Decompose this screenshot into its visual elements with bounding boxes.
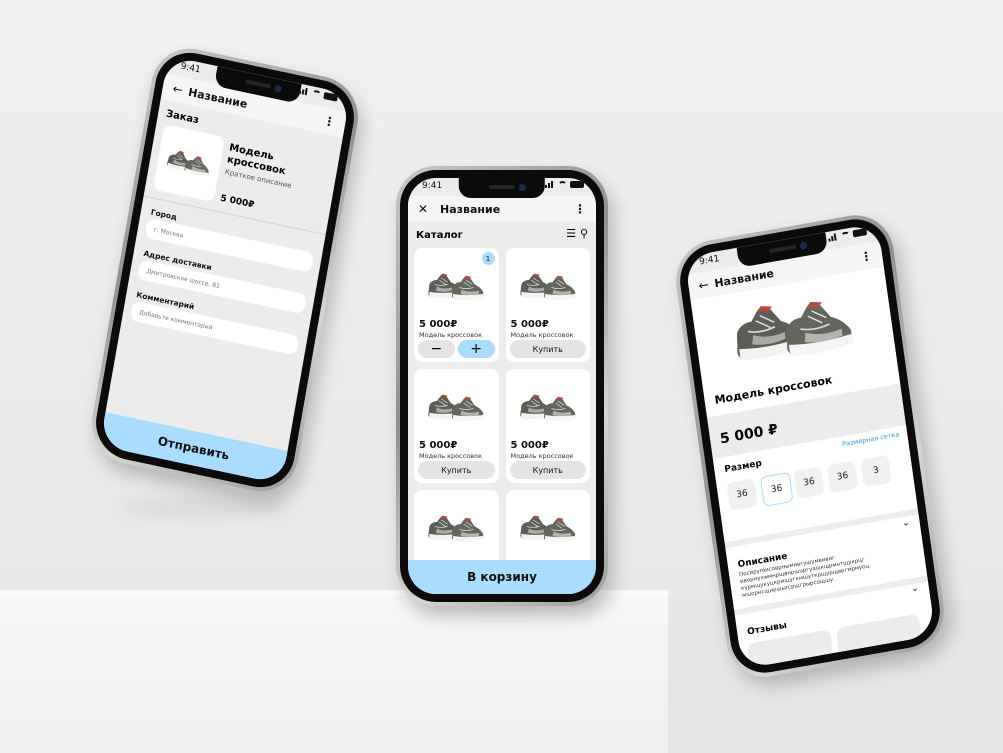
product-image: [424, 256, 489, 318]
header-title: Название: [440, 202, 501, 216]
phone-bezel: 9:41 ✕ Название ⋮ Каталог ☰ ⚲ 1 5 000₽ М…: [400, 170, 604, 602]
product-name: Модель кроссовок: [510, 331, 574, 339]
product-name: Модель кроссовок: [419, 331, 483, 339]
product-card[interactable]: 5 000₽ Модель кроссовок Купить: [414, 369, 499, 483]
product-price: 5 000₽: [219, 193, 255, 211]
product-image: [424, 498, 489, 560]
product-card[interactable]: 1 5 000₽ Модель кроссовок − +: [414, 248, 499, 362]
increase-button[interactable]: +: [457, 340, 495, 358]
wifi-icon: [558, 181, 567, 188]
catalog-screen: 9:41 ✕ Название ⋮ Каталог ☰ ⚲ 1 5 000₽ М…: [408, 178, 596, 594]
decrease-button[interactable]: −: [418, 340, 455, 358]
more-menu-icon[interactable]: ⋮: [322, 113, 336, 129]
more-menu-icon[interactable]: ⋮: [574, 202, 586, 216]
product-image: [516, 256, 581, 318]
quantity-stepper: − +: [418, 340, 495, 358]
cart-count-badge: 1: [481, 252, 495, 265]
buy-button[interactable]: Купить: [418, 461, 495, 479]
product-image: [721, 278, 866, 381]
product-name: Модель кроссовок: [510, 452, 574, 460]
filter-icon[interactable]: ☰: [566, 227, 576, 240]
wifi-icon: [311, 89, 322, 99]
product-card[interactable]: 5 000₽ Модель кроссовок Купить: [505, 369, 590, 483]
size-chart-link[interactable]: Размерная сетка: [842, 430, 900, 448]
back-arrow-icon[interactable]: ←: [698, 276, 716, 293]
product-price: 5 000₽: [510, 319, 549, 330]
product-price: 5 000₽: [510, 440, 549, 451]
phone-frame: 9:41 ✕ Название ⋮ Каталог ☰ ⚲ 1 5 000₽ М…: [396, 166, 608, 606]
product-price: 5 000₽: [419, 440, 458, 451]
chevron-down-icon[interactable]: ⌄: [902, 518, 911, 529]
status-bar: 9:41: [422, 181, 584, 195]
close-icon[interactable]: ✕: [418, 202, 440, 216]
size-option[interactable]: 36: [726, 478, 758, 511]
background-pedestal: [0, 592, 668, 753]
product-image: [152, 124, 226, 203]
size-option-selected[interactable]: 36: [759, 471, 794, 507]
search-icon[interactable]: ⚲: [580, 227, 588, 240]
app-header: ✕ Название ⋮: [408, 196, 596, 222]
reviews-label: Отзывы: [746, 620, 788, 638]
signal-icon: [828, 233, 839, 242]
comment-field[interactable]: Добавьте комментарий: [129, 300, 300, 356]
section-title: Каталог: [416, 230, 463, 241]
product-name: Модель кроссовок: [419, 452, 483, 460]
battery-icon: [852, 228, 868, 238]
section-title: Заказ: [165, 108, 200, 127]
product-price: 5 000₽: [419, 319, 458, 330]
battery-icon: [570, 181, 584, 188]
add-to-cart-button[interactable]: В корзину: [408, 560, 596, 594]
signal-icon: [298, 87, 310, 96]
status-time: 9:41: [698, 254, 721, 268]
more-menu-icon[interactable]: ⋮: [859, 249, 873, 265]
size-option[interactable]: 36: [826, 460, 859, 494]
status-time: 9:41: [422, 181, 443, 191]
buy-button[interactable]: Купить: [509, 340, 586, 358]
product-screen: 9:41 ← Название ⋮ Модель кроссовок 5 000…: [684, 222, 936, 670]
left-phone-shadow: [120, 498, 290, 516]
signal-icon: [545, 181, 555, 188]
chevron-down-icon[interactable]: ⌄: [911, 583, 920, 594]
size-label: Размер: [723, 458, 763, 476]
product-price: 5 000 ₽: [719, 421, 779, 448]
size-option[interactable]: 3: [860, 454, 892, 488]
product-image: [424, 377, 489, 439]
product-card[interactable]: 5 000₽ Модель кроссовок Купить: [505, 248, 590, 362]
buy-button[interactable]: Купить: [509, 461, 586, 479]
product-grid: 1 5 000₽ Модель кроссовок − + 5 000₽ Мод…: [414, 248, 590, 594]
product-image: [516, 377, 581, 439]
battery-icon: [323, 91, 339, 102]
center-phone: 9:41 ✕ Название ⋮ Каталог ☰ ⚲ 1 5 000₽ М…: [396, 166, 608, 606]
status-time: 9:41: [179, 61, 202, 76]
wifi-icon: [840, 231, 851, 240]
size-option[interactable]: 36: [793, 466, 825, 499]
product-image: [516, 498, 581, 560]
